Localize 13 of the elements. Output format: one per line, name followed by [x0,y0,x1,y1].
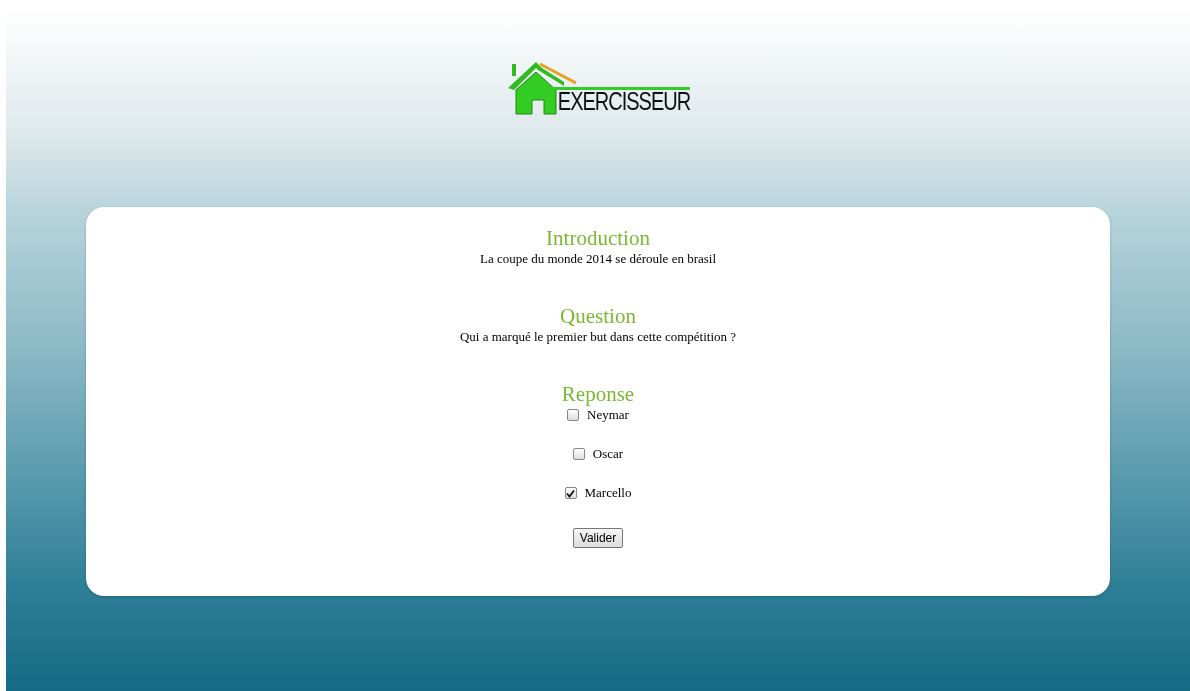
submit-button[interactable]: Valider [572,528,624,548]
section-heading: Reponse [561,381,635,407]
section-heading: Introduction [546,225,650,251]
option-label: Neymar [587,407,629,423]
logo-text: EXERCISSEUR [557,86,691,116]
section-text: La coupe du monde 2014 se déroule en brasil [479,251,717,267]
section-text: Qui a marqué le premier but dans cette compétition ? [459,329,737,345]
checkbox[interactable] [572,448,585,460]
option-label: Oscar [592,446,624,462]
option-label: Marcello [584,485,632,501]
section-heading: Question [560,303,636,329]
checkbox[interactable] [564,487,577,499]
checkbox[interactable] [567,409,580,421]
